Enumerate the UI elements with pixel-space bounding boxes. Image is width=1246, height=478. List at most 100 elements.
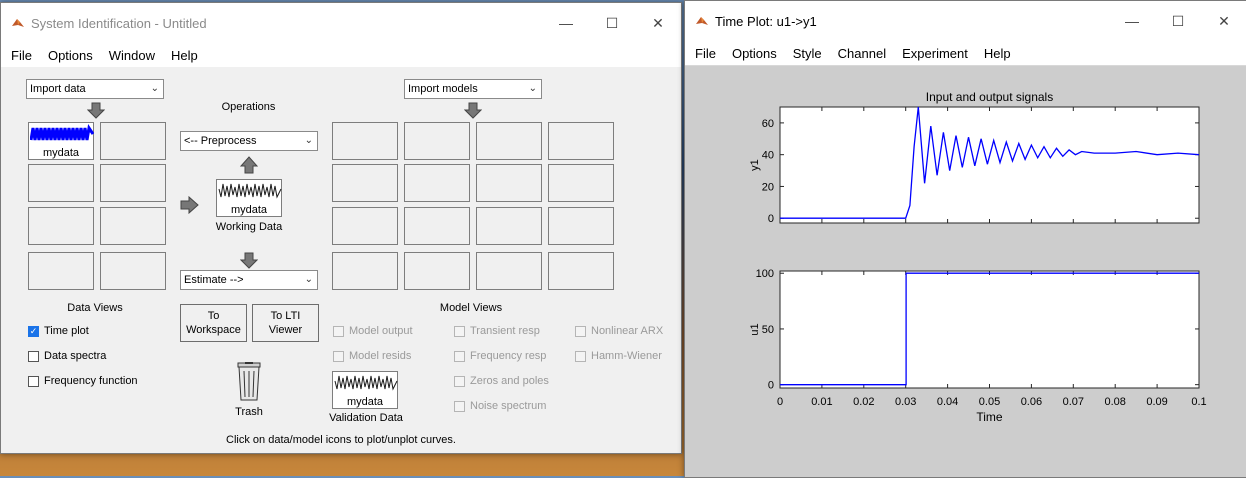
model-slot[interactable] <box>548 252 614 290</box>
time-plot-chart[interactable]: Input and output signals 0 20 40 60 y1 0 50 100 u… <box>685 66 1246 477</box>
checkmark-icon: ✓ <box>28 325 39 337</box>
menu-options[interactable]: Options <box>40 48 101 63</box>
arrow-up-icon <box>240 156 258 174</box>
data-slot[interactable] <box>28 207 94 245</box>
menu-experiment[interactable]: Experiment <box>894 46 976 61</box>
hamm-wiener-checkbox[interactable]: Hamm-Wiener <box>575 350 662 362</box>
sysid-titlebar[interactable]: System Identification - Untitled — ☐ ✕ <box>1 3 681 43</box>
model-slot[interactable] <box>332 164 398 202</box>
checkbox-box <box>28 350 39 362</box>
data-icon-mydata[interactable]: mydata <box>28 122 94 160</box>
model-resids-checkbox[interactable]: Model resids <box>333 350 411 362</box>
chevron-down-icon: ⌄ <box>528 83 537 94</box>
x-tick-label: 0.08 <box>1104 396 1125 408</box>
model-slot[interactable] <box>548 164 614 202</box>
model-slot[interactable] <box>404 252 470 290</box>
data-spectra-checkbox[interactable]: Data spectra <box>28 350 106 362</box>
arrow-down-icon <box>240 252 258 269</box>
y-tick-label: 0 <box>768 380 774 392</box>
menu-window[interactable]: Window <box>101 48 163 63</box>
model-slot[interactable] <box>548 122 614 160</box>
data-slot[interactable] <box>100 164 166 202</box>
nonlinear-arx-checkbox[interactable]: Nonlinear ARX <box>575 325 663 337</box>
model-slot[interactable] <box>332 207 398 245</box>
y-tick-label: 50 <box>762 324 774 336</box>
x-tick-label: 0.05 <box>979 396 1000 408</box>
validation-data-icon[interactable]: mydata <box>332 371 398 409</box>
model-slot[interactable] <box>404 207 470 245</box>
sysid-body: Import data ⌄ mydata Operations <-- Prep… <box>1 67 681 453</box>
data-slot[interactable] <box>100 252 166 290</box>
model-slot[interactable] <box>548 207 614 245</box>
menu-help[interactable]: Help <box>976 46 1019 61</box>
menu-file[interactable]: File <box>687 46 724 61</box>
import-data-dropdown[interactable]: Import data ⌄ <box>26 79 164 99</box>
y-tick-label: 0 <box>768 213 774 225</box>
validation-data-icon-label: mydata <box>346 396 384 408</box>
timeplot-titlebar[interactable]: Time Plot: u1->y1 — ☐ ✕ <box>685 1 1246 41</box>
minimize-button[interactable]: — <box>543 3 589 43</box>
trash-icon[interactable] <box>234 362 264 402</box>
estimate-value: Estimate --> <box>184 274 244 286</box>
model-slot[interactable] <box>476 207 542 245</box>
checkbox-box <box>575 325 586 337</box>
transient-resp-label: Transient resp <box>470 325 540 337</box>
menu-help[interactable]: Help <box>163 48 206 63</box>
status-text: Click on data/model icons to plot/unplot… <box>226 434 456 446</box>
x-tick-label: 0.01 <box>811 396 832 408</box>
maximize-button[interactable]: ☐ <box>1155 1 1201 41</box>
sysid-menubar: File Options Window Help <box>1 43 681 68</box>
model-slot[interactable] <box>476 122 542 160</box>
model-slot[interactable] <box>404 164 470 202</box>
preprocess-dropdown[interactable]: <-- Preprocess ⌄ <box>180 131 318 151</box>
matlab-icon <box>12 19 24 27</box>
working-data-signal-graphic <box>218 183 282 199</box>
chevron-down-icon: ⌄ <box>150 83 159 94</box>
checkbox-box <box>333 350 344 362</box>
frequency-function-checkbox[interactable]: Frequency function <box>28 375 138 387</box>
data-icon-label: mydata <box>42 147 80 159</box>
to-workspace-button[interactable]: To Workspace <box>180 304 247 342</box>
menu-options[interactable]: Options <box>724 46 785 61</box>
time-plot-checkbox[interactable]: ✓ Time plot <box>28 325 89 337</box>
model-slot[interactable] <box>332 122 398 160</box>
y-tick-label: 40 <box>762 150 774 162</box>
working-data-icon[interactable]: mydata <box>216 179 282 217</box>
maximize-button[interactable]: ☐ <box>589 3 635 43</box>
x-tick-label: 0.02 <box>853 396 874 408</box>
validation-data-signal-graphic <box>334 375 398 391</box>
y-axis-label: y1 <box>749 159 761 171</box>
nonlinear-arx-label: Nonlinear ARX <box>591 325 664 337</box>
data-slot[interactable] <box>28 164 94 202</box>
model-slot[interactable] <box>332 252 398 290</box>
import-models-dropdown[interactable]: Import models ⌄ <box>404 79 542 99</box>
data-slot[interactable] <box>28 252 94 290</box>
model-slot[interactable] <box>476 164 542 202</box>
plot-area: Input and output signals 0 20 40 60 y1 0 50 100 u… <box>685 66 1246 477</box>
model-output-checkbox[interactable]: Model output <box>333 325 413 337</box>
chevron-down-icon: ⌄ <box>304 135 313 146</box>
data-slot[interactable] <box>100 207 166 245</box>
y-tick-label: 60 <box>762 118 774 130</box>
to-lti-viewer-button[interactable]: To LTI Viewer <box>252 304 319 342</box>
menu-channel[interactable]: Channel <box>830 46 894 61</box>
sysid-title: System Identification - Untitled <box>31 15 207 31</box>
zeros-and-poles-checkbox[interactable]: Zeros and poles <box>454 375 549 387</box>
zeros-and-poles-label: Zeros and poles <box>470 375 549 387</box>
menu-style[interactable]: Style <box>785 46 830 61</box>
menu-file[interactable]: File <box>3 48 40 63</box>
operations-label: Operations <box>221 101 276 113</box>
estimate-dropdown[interactable]: Estimate --> ⌄ <box>180 270 318 290</box>
close-button[interactable]: ✕ <box>1201 1 1246 41</box>
close-button[interactable]: ✕ <box>635 3 681 43</box>
model-slot[interactable] <box>404 122 470 160</box>
frequency-resp-checkbox[interactable]: Frequency resp <box>454 350 546 362</box>
working-data-caption: Working Data <box>215 221 283 233</box>
data-slot[interactable] <box>100 122 166 160</box>
noise-spectrum-checkbox[interactable]: Noise spectrum <box>454 400 546 412</box>
transient-resp-checkbox[interactable]: Transient resp <box>454 325 540 337</box>
checkbox-box <box>454 325 465 337</box>
model-slot[interactable] <box>476 252 542 290</box>
minimize-button[interactable]: — <box>1109 1 1155 41</box>
x-tick-label: 0.03 <box>895 396 916 408</box>
